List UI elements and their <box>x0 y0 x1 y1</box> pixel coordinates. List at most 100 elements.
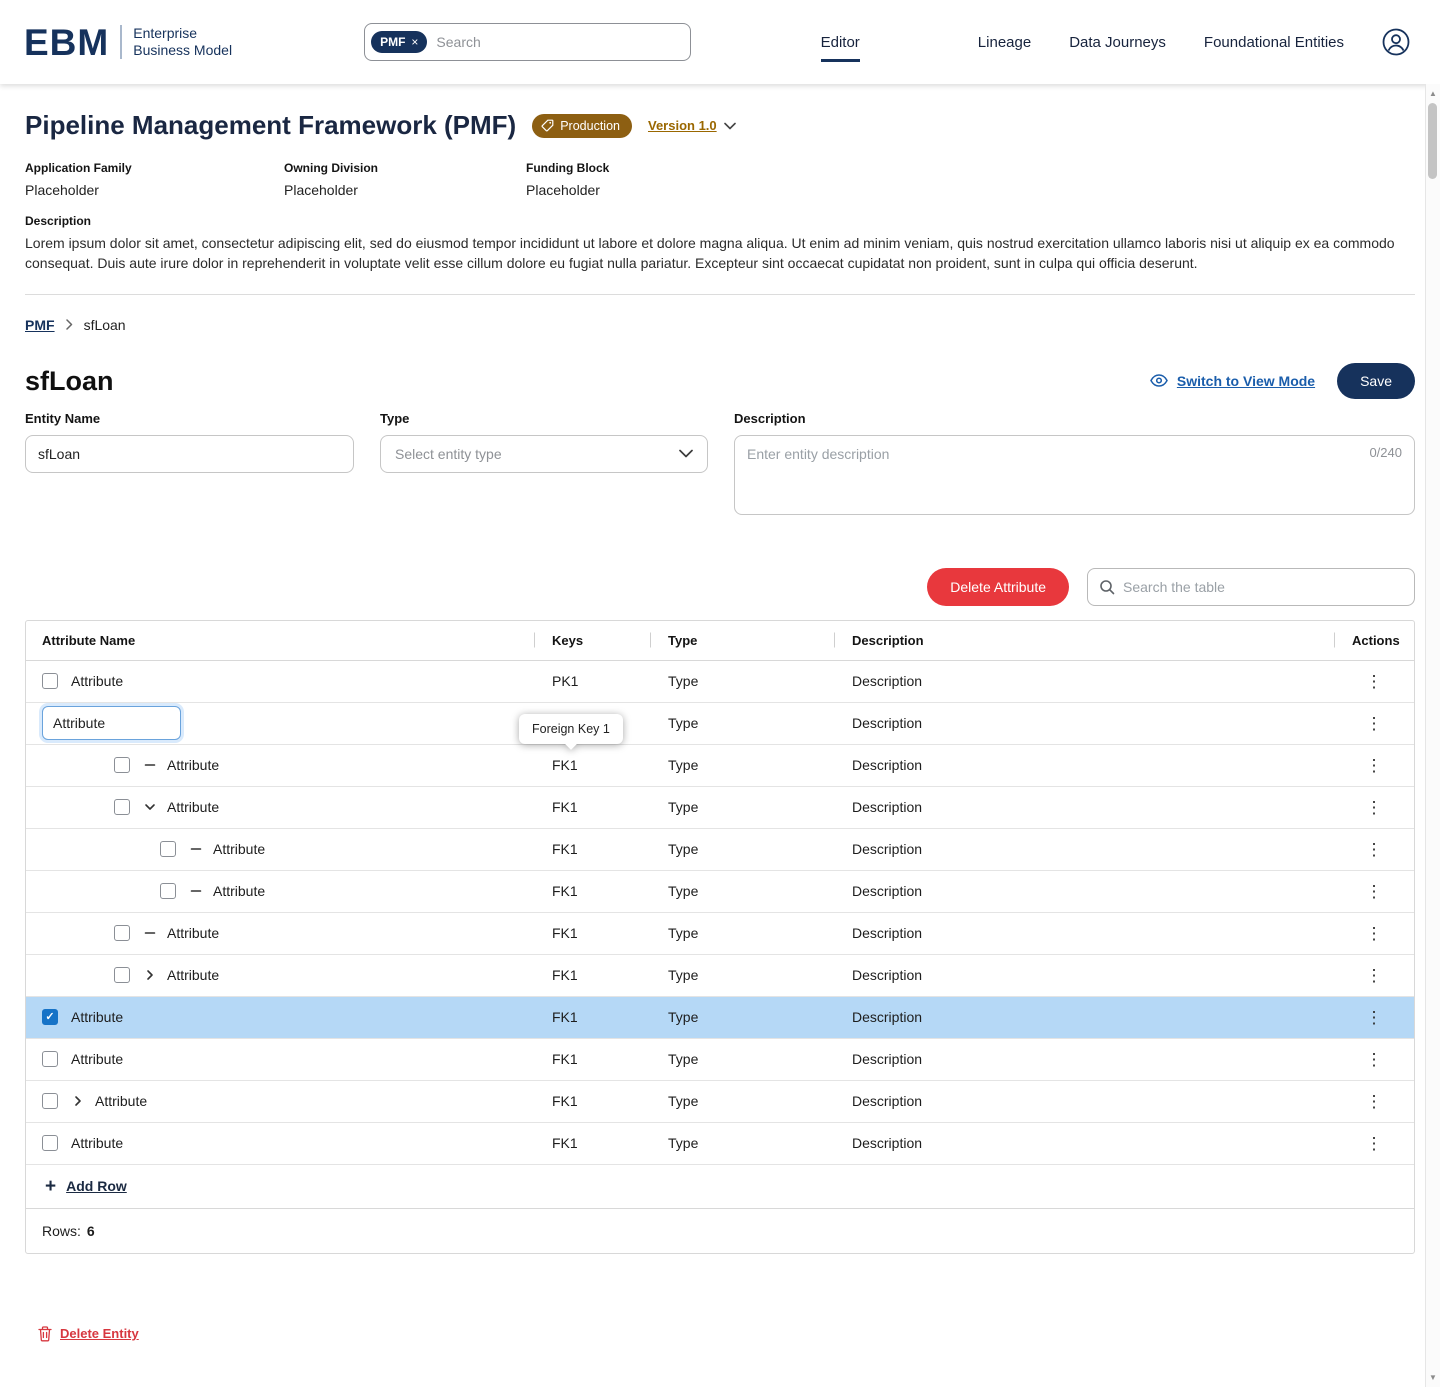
switch-view-mode-link[interactable]: Switch to View Mode <box>1150 373 1315 389</box>
nav-data-journeys[interactable]: Data Journeys <box>1069 34 1166 51</box>
vertical-scrollbar[interactable]: ▲ ▼ <box>1425 84 1440 1387</box>
row-actions-cell: ⋮ <box>1334 839 1414 860</box>
entity-name-input[interactable] <box>25 434 354 473</box>
entity-type-label: Type <box>380 410 410 426</box>
entity-type-select[interactable]: Select entity type <box>380 434 708 473</box>
row-checkbox[interactable] <box>114 799 130 816</box>
rows-label: Rows: <box>42 1222 81 1239</box>
global-search-input[interactable] <box>436 34 681 50</box>
row-checkbox[interactable] <box>42 1135 58 1152</box>
meta-label: Owning Division <box>284 161 379 176</box>
global-search[interactable]: PMF × <box>364 23 692 61</box>
row-actions-cell: ⋮ <box>1334 965 1414 986</box>
kebab-menu-icon[interactable]: ⋮ <box>1360 797 1389 818</box>
row-checkbox[interactable] <box>114 967 130 984</box>
delete-entity-button[interactable]: Delete Entity <box>38 1326 139 1342</box>
entity-actions: Switch to View Mode Save <box>1150 362 1415 399</box>
chevron-down-icon[interactable] <box>723 122 736 130</box>
kebab-menu-icon[interactable]: ⋮ <box>1360 839 1389 860</box>
attribute-type: Type <box>668 673 699 690</box>
kebab-menu-icon[interactable]: ⋮ <box>1360 923 1389 944</box>
row-actions-cell: ⋮ <box>1334 755 1414 776</box>
table-header: Attribute Name Keys Type Description Act… <box>26 621 1414 661</box>
key-badge: PK1 <box>552 673 579 690</box>
key-badge: FK1 <box>552 883 578 900</box>
table-search-input[interactable] <box>1123 578 1403 595</box>
row-checkbox[interactable] <box>42 1009 58 1026</box>
table-search[interactable] <box>1087 567 1415 606</box>
rows-count-footer: Rows: 6 <box>26 1209 1414 1253</box>
profile-icon[interactable] <box>1382 28 1410 56</box>
minus-icon[interactable] <box>189 843 203 855</box>
kebab-menu-icon[interactable]: ⋮ <box>1360 755 1389 776</box>
scrollbar-thumb[interactable] <box>1428 103 1437 179</box>
attribute-type: Type <box>668 1009 699 1026</box>
kebab-menu-icon[interactable]: ⋮ <box>1360 1007 1389 1028</box>
row-checkbox[interactable] <box>42 1093 58 1110</box>
kebab-menu-icon[interactable]: ⋮ <box>1360 1049 1389 1070</box>
meta-value: Placeholder <box>526 182 600 199</box>
chevron-right-icon[interactable] <box>143 969 157 981</box>
entity-description-field: Description 0/240 <box>734 411 1415 520</box>
row-actions-cell: ⋮ <box>1334 1007 1414 1028</box>
row-checkbox[interactable] <box>160 883 176 900</box>
kebab-menu-icon[interactable]: ⋮ <box>1360 1133 1389 1154</box>
attribute-type: Type <box>668 715 699 732</box>
attribute-name-cell: Attribute <box>26 925 534 942</box>
kebab-menu-icon[interactable]: ⋮ <box>1360 965 1389 986</box>
attribute-name: Attribute <box>167 799 220 816</box>
attribute-name: Attribute <box>71 1009 124 1026</box>
delete-attribute-button[interactable]: Delete Attribute <box>927 567 1069 606</box>
attribute-name: Attribute <box>167 925 220 942</box>
nav-foundational-entities[interactable]: Foundational Entities <box>1204 34 1344 51</box>
entity-header: sfLoan Switch to View Mode Save <box>25 362 1415 399</box>
col-keys: Keys <box>534 621 650 660</box>
save-button[interactable]: Save <box>1337 362 1415 399</box>
add-row-button[interactable]: + Add Row <box>26 1165 1414 1209</box>
key-badge: FK1 <box>552 1135 578 1152</box>
row-checkbox[interactable] <box>114 757 130 774</box>
attribute-description: Description <box>852 967 923 984</box>
row-checkbox[interactable] <box>42 673 58 690</box>
app-logo[interactable]: EBM Enterprise Business Model <box>24 24 232 61</box>
scroll-down-icon[interactable]: ▼ <box>1429 1373 1437 1382</box>
nav-editor[interactable]: Editor <box>820 34 860 62</box>
search-icon <box>1100 580 1115 595</box>
kebab-menu-icon[interactable]: ⋮ <box>1360 881 1389 902</box>
logo-name-line1: Enterprise <box>133 25 198 42</box>
kebab-menu-icon[interactable]: ⋮ <box>1360 671 1389 692</box>
breadcrumb-pmf-link[interactable]: PMF <box>25 317 55 333</box>
entity-description-textarea[interactable] <box>734 434 1415 515</box>
chevron-down-icon[interactable] <box>143 801 157 813</box>
key-badge: FK1 <box>552 967 578 984</box>
minus-icon[interactable] <box>189 885 203 897</box>
table-row: Attribute FK1 Type Description ⋮ <box>26 1081 1414 1123</box>
attribute-name-input[interactable] <box>42 706 181 741</box>
minus-icon[interactable] <box>143 927 157 939</box>
scroll-up-icon[interactable]: ▲ <box>1429 89 1437 98</box>
attribute-name-cell: Attribute <box>26 1051 534 1068</box>
version-selector[interactable]: Version 1.0 <box>648 118 736 133</box>
row-checkbox[interactable] <box>114 925 130 942</box>
version-label[interactable]: Version 1.0 <box>648 118 717 133</box>
col-description: Description <box>834 621 1334 660</box>
entity-name-field: Entity Name <box>25 411 354 473</box>
search-filter-chip[interactable]: PMF × <box>371 31 428 53</box>
attribute-description: Description <box>852 1051 923 1068</box>
attribute-name: Attribute <box>71 1051 124 1068</box>
minus-icon[interactable] <box>143 759 157 771</box>
attribute-name-cell: Attribute <box>26 883 534 900</box>
chevron-right-icon <box>65 319 72 331</box>
kebab-menu-icon[interactable]: ⋮ <box>1360 713 1389 734</box>
kebab-menu-icon[interactable]: ⋮ <box>1360 1091 1389 1112</box>
entity-meta: Application Family Placeholder Owning Di… <box>25 161 1415 198</box>
attribute-type: Type <box>668 967 699 984</box>
chip-remove-icon[interactable]: × <box>411 36 418 48</box>
col-actions: Actions <box>1334 621 1414 660</box>
row-checkbox[interactable] <box>160 841 176 858</box>
breadcrumb: PMF sfLoan <box>25 317 1415 333</box>
attribute-type: Type <box>668 883 699 900</box>
row-checkbox[interactable] <box>42 1051 58 1068</box>
chevron-right-icon[interactable] <box>71 1095 85 1107</box>
nav-lineage[interactable]: Lineage <box>978 34 1031 51</box>
